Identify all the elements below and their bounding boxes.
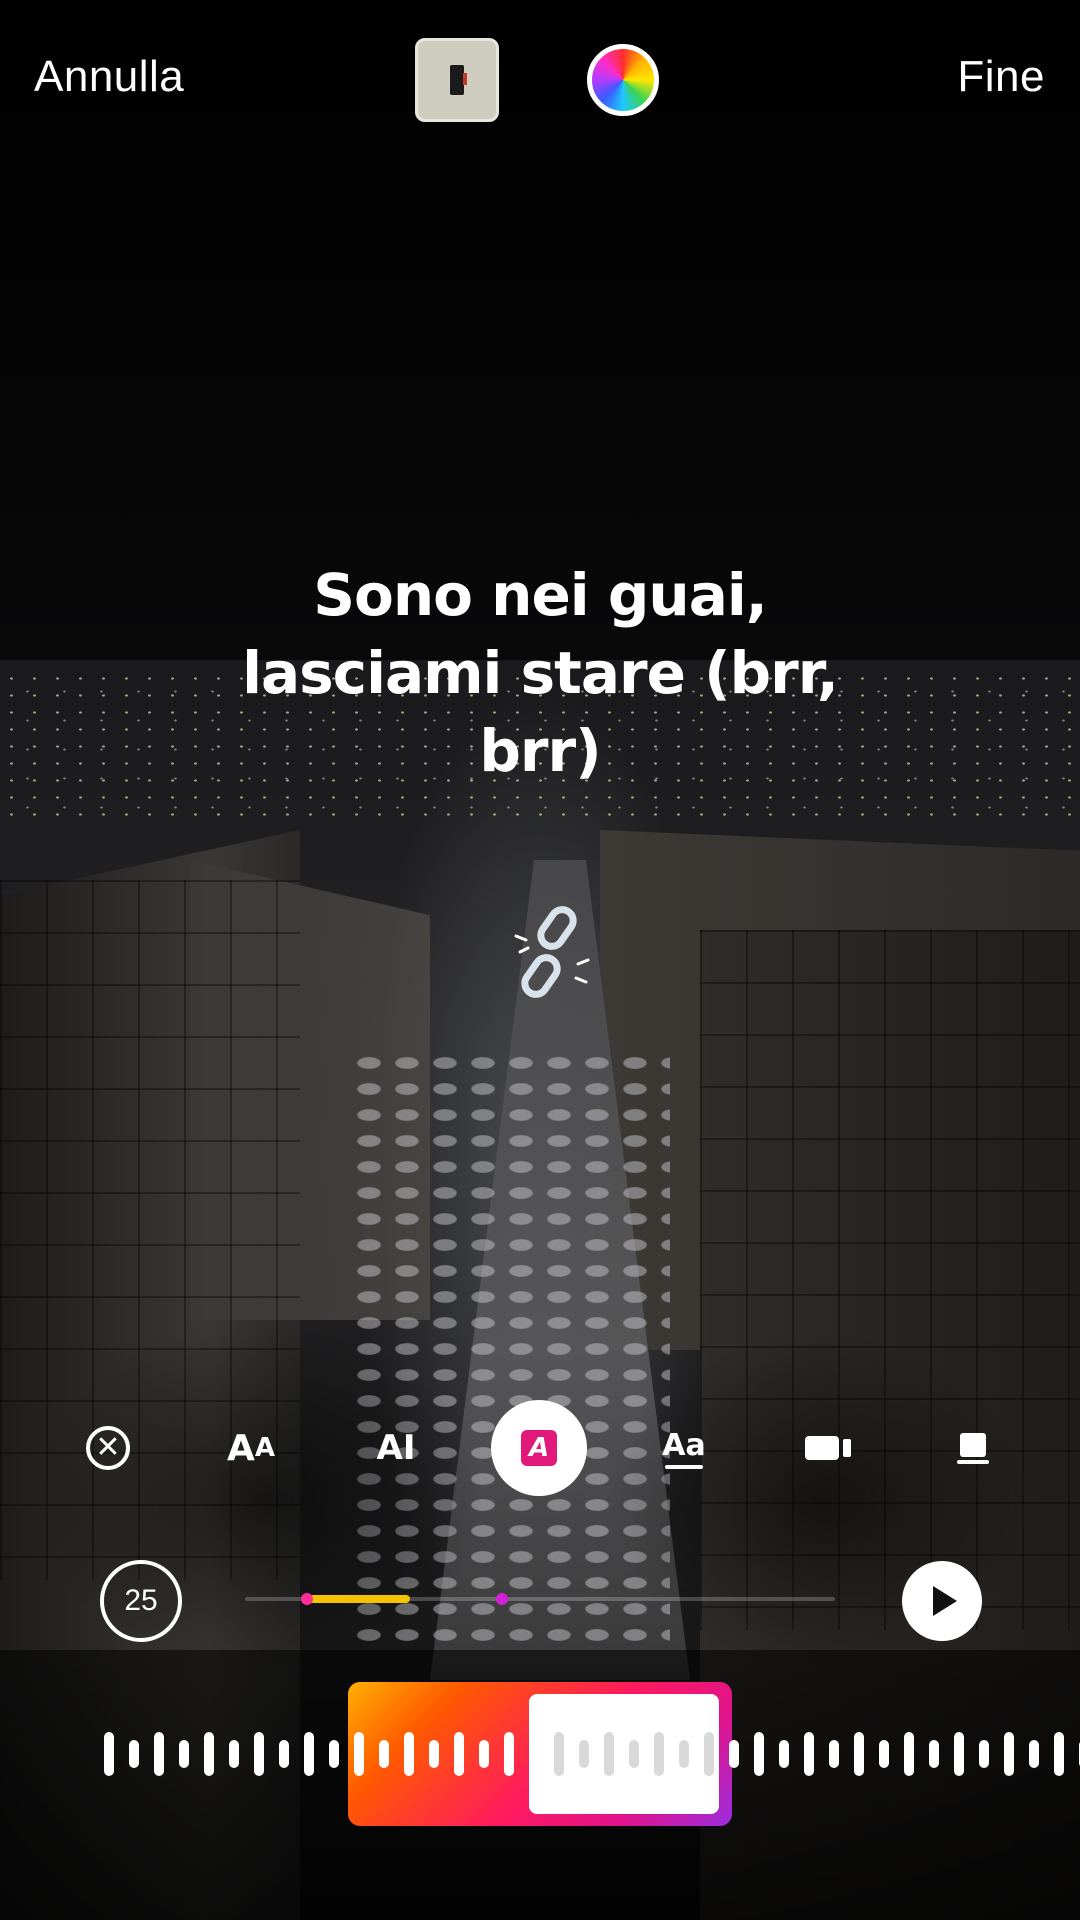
color-wheel-icon[interactable]	[587, 44, 659, 116]
waveform-bar	[354, 1732, 364, 1776]
play-icon	[933, 1586, 957, 1616]
card-icon[interactable]	[925, 1400, 1021, 1496]
waveform-bar	[504, 1732, 514, 1776]
scrub-selection[interactable]	[309, 1595, 410, 1603]
highlight-text-icon: A	[521, 1430, 557, 1466]
waveform-bar	[404, 1732, 414, 1776]
card-base	[957, 1459, 989, 1464]
waveform-bar	[254, 1732, 264, 1776]
underline-bar	[665, 1464, 703, 1469]
waveform-bar	[879, 1740, 889, 1768]
waveform-bar	[654, 1732, 664, 1776]
waveform-bar	[629, 1740, 639, 1768]
waveform-bar	[104, 1732, 114, 1776]
waveform-bar	[204, 1732, 214, 1776]
waveform-bar	[679, 1740, 689, 1768]
waveform-bar	[154, 1732, 164, 1776]
waveform-bar	[754, 1732, 764, 1776]
waveform-bar	[329, 1740, 339, 1768]
background-thumbnail-button[interactable]	[415, 38, 499, 122]
waveform-bar	[804, 1732, 814, 1776]
waveform-bar	[579, 1740, 589, 1768]
waveform-bar	[479, 1740, 489, 1768]
lyrics-line: Sono nei guai,	[313, 561, 768, 629]
waveform-bar	[929, 1740, 939, 1768]
waveform-bar	[604, 1732, 614, 1776]
waveform-bar	[429, 1740, 439, 1768]
scrub-start-marker[interactable]	[301, 1593, 313, 1605]
waveform-bar	[279, 1740, 289, 1768]
waveform-bar	[904, 1732, 914, 1776]
active-style-indicator: A	[491, 1400, 587, 1496]
lyrics-text[interactable]: Sono nei guai, lasciami stare (brr, brr)	[140, 556, 940, 790]
card-top	[960, 1432, 986, 1457]
play-button[interactable]	[902, 1561, 982, 1641]
waveform-bar	[704, 1732, 714, 1776]
lyrics-style-toolbar: ✕ AA AI A Aa	[0, 1400, 1080, 1496]
duration-button[interactable]: 25	[100, 1560, 182, 1642]
typewriter-text-icon[interactable]: AI	[348, 1400, 444, 1496]
waveform-bar	[129, 1740, 139, 1768]
waveform-bar	[379, 1740, 389, 1768]
waveform-bar	[1054, 1732, 1064, 1776]
waveform-bar	[729, 1740, 739, 1768]
waveform-bar	[829, 1740, 839, 1768]
camera-icon[interactable]	[780, 1400, 876, 1496]
done-button[interactable]: Fine	[957, 52, 1045, 102]
camera-body	[805, 1436, 839, 1460]
chain-link-icon[interactable]	[508, 902, 598, 1006]
lyrics-line: brr)	[479, 717, 601, 785]
waveform-bar	[1004, 1732, 1014, 1776]
waveform-bar	[529, 1740, 539, 1768]
camera-lens	[843, 1439, 851, 1457]
waveform-bar	[954, 1732, 964, 1776]
waveform-bar	[779, 1740, 789, 1768]
waveform-bar	[554, 1732, 564, 1776]
waveform-bar	[304, 1732, 314, 1776]
close-circle-icon: ✕	[86, 1426, 130, 1470]
waveform-bar	[179, 1740, 189, 1768]
waveform-bar	[1029, 1740, 1039, 1768]
scrub-end-marker[interactable]	[496, 1593, 508, 1605]
audio-waveform[interactable]	[0, 1730, 1080, 1778]
waveform-bar	[979, 1740, 989, 1768]
highlight-text-button[interactable]: A	[491, 1400, 587, 1496]
waveform-bar	[454, 1732, 464, 1776]
waveform-bar	[229, 1740, 239, 1768]
lyrics-line: lasciami stare (brr,	[242, 639, 839, 707]
cancel-button[interactable]: Annulla	[34, 52, 184, 102]
remove-lyrics-button[interactable]: ✕	[60, 1400, 156, 1496]
phone-thumbnail-icon	[450, 65, 467, 95]
underline-text-icon[interactable]: Aa	[636, 1400, 732, 1496]
waveform-bar	[854, 1732, 864, 1776]
text-size-style-icon[interactable]: AA	[203, 1400, 299, 1496]
